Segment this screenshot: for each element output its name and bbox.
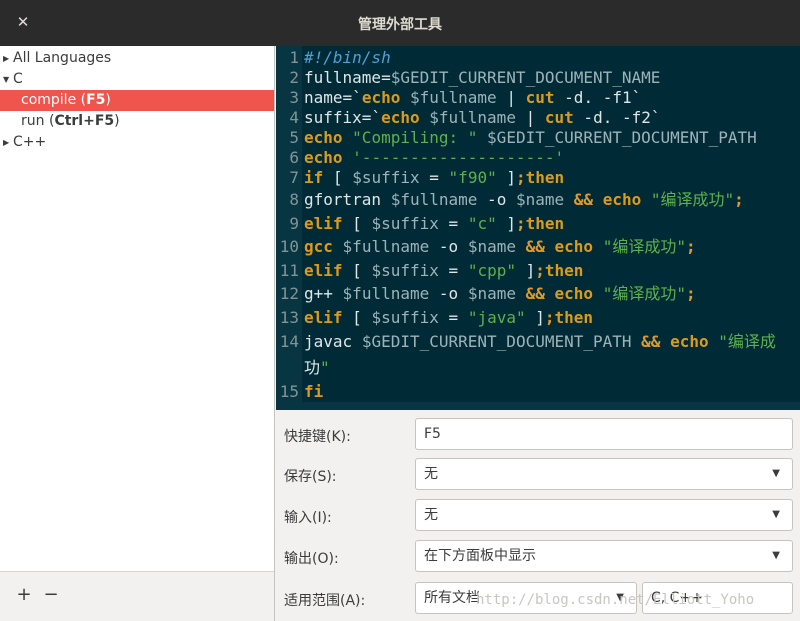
dropdown-arrow-icon: ▼ [772,509,780,520]
tree-item-label: compile (F5) [21,92,111,108]
title-bar: ✕ 管理外部工具 [0,0,800,46]
code-line[interactable]: 1 #!/bin/sh [276,48,800,68]
output-label: 输出(O): [284,551,339,567]
code-line[interactable]: 功" [276,358,800,378]
scope-dropdown[interactable]: 所有文档 ▼ [415,582,637,614]
code-line[interactable]: 8 gfortran $fullname -o $name && echo "编译… [276,190,800,210]
code-text: if [ $suffix = "f90" ];then [304,168,565,187]
code-text: g++ $fullname -o $name && echo "编译成功"; [304,284,696,303]
command-editor[interactable]: 1 #!/bin/sh 2 fullname=$GEDIT_CURRENT_DOCUM… [276,46,800,410]
tree-item-label: run (Ctrl+F5) [21,113,120,129]
tree-item-label: C++ [13,134,47,150]
remove-tool-button[interactable]: − [40,584,62,606]
output-row: 输出(O): 在下方面板中显示 ▼ [276,540,800,574]
code-text: gcc $fullname -o $name && echo "编译成功"; [304,237,696,256]
line-number: 12 [279,284,299,303]
code-text: elif [ $suffix = "cpp" ];then [304,261,584,280]
code-line[interactable]: 12 g++ $fullname -o $name && echo "编译成功"; [276,284,800,304]
code-line[interactable]: 9 elif [ $suffix = "c" ];then [276,214,800,234]
code-line[interactable]: 3 name=`echo $fullname | cut -d. -f1` [276,88,800,108]
scope-label: 适用范围(A): [284,593,366,609]
save-label: 保存(S): [284,469,337,485]
save-row: 保存(S): 无 ▼ [276,458,800,492]
line-number: 5 [289,128,299,147]
code-text: elif [ $suffix = "c" ];then [304,214,565,233]
scope-row: 适用范围(A): 所有文档 ▼ C, C++ [276,582,800,616]
tree-item-compile[interactable]: compile (F5) [0,90,274,111]
input-row: 输入(I): 无 ▼ [276,499,800,533]
code-text: elif [ $suffix = "java" ];then [304,308,594,327]
code-text: gfortran $fullname -o $name && echo "编译成… [304,190,744,209]
shortcut-input[interactable]: F5 [415,418,793,450]
code-line[interactable]: 10 gcc $fullname -o $name && echo "编译成功"; [276,237,800,257]
tree-item-label: C [13,71,23,87]
output-value: 在下方面板中显示 [424,548,536,564]
code-text: fi [304,382,324,401]
line-number: 3 [289,88,299,107]
code-line[interactable]: 13 elif [ $suffix = "java" ];then [276,308,800,328]
expander-right-icon[interactable]: ▶ [3,132,9,153]
code-line[interactable]: 4 suffix=`echo $fullname | cut -d. -f2` [276,108,800,128]
shortcut-label: 快捷键(K): [284,429,351,445]
expander-down-icon[interactable]: ▼ [3,69,9,90]
tools-tree-panel: ▶ All Languages ▼ C compile (F5) run (Ct… [0,46,275,621]
input-dropdown[interactable]: 无 ▼ [415,499,793,531]
tree-item-all-languages[interactable]: ▶ All Languages [0,48,274,69]
add-tool-button[interactable]: + [13,584,35,606]
line-number: 1 [289,48,299,67]
dropdown-arrow-icon: ▼ [772,468,780,479]
line-number: 7 [289,168,299,187]
line-number: 8 [289,190,299,209]
code-text: javac $GEDIT_CURRENT_DOCUMENT_PATH && ec… [304,332,776,351]
line-number: 11 [279,261,299,280]
code-line[interactable]: 14 javac $GEDIT_CURRENT_DOCUMENT_PATH && … [276,332,800,352]
save-value: 无 [424,466,438,482]
code-line[interactable]: 5 echo "Compiling: " $GEDIT_CURRENT_DOCUM… [276,128,800,148]
tree-item-run[interactable]: run (Ctrl+F5) [0,111,274,132]
line-number: 13 [279,308,299,327]
output-dropdown[interactable]: 在下方面板中显示 ▼ [415,540,793,572]
scope-value: 所有文档 [424,590,480,606]
editor-bottom-border [276,402,800,410]
code-line[interactable]: 11 elif [ $suffix = "cpp" ];then [276,261,800,281]
code-line[interactable]: 7 if [ $suffix = "f90" ];then [276,168,800,188]
tree-toolbar: + − [0,571,274,621]
line-number: 10 [279,237,299,256]
tree-item-c[interactable]: ▼ C [0,69,274,90]
code-text: echo "Compiling: " $GEDIT_CURRENT_DOCUME… [304,128,757,147]
dropdown-arrow-icon: ▼ [616,592,624,603]
input-label: 输入(I): [284,510,332,526]
code-text: fullname=$GEDIT_CURRENT_DOCUMENT_NAME [304,68,661,87]
code-text: suffix=`echo $fullname | cut -d. -f2` [304,108,661,127]
save-dropdown[interactable]: 无 ▼ [415,458,793,490]
line-number: 2 [289,68,299,87]
code-text: name=`echo $fullname | cut -d. -f1` [304,88,642,107]
line-number: 14 [279,332,299,351]
code-line[interactable]: 15 fi [276,382,800,402]
line-number: 15 [279,382,299,401]
expander-right-icon[interactable]: ▶ [3,48,9,69]
line-number: 9 [289,214,299,233]
code-text: #!/bin/sh [304,48,391,67]
window-title: 管理外部工具 [358,17,442,33]
input-value: 无 [424,507,438,523]
line-number: 4 [289,108,299,127]
code-line[interactable]: 2 fullname=$GEDIT_CURRENT_DOCUMENT_NAME [276,68,800,88]
languages-button[interactable]: C, C++ [642,582,793,614]
code-line[interactable]: 6 echo '--------------------' [276,148,800,168]
tool-properties-form: 快捷键(K): F5 保存(S): 无 ▼ 输入(I): 无 ▼ 输出(O): … [276,410,800,621]
tree-item-cpp[interactable]: ▶ C++ [0,132,274,153]
shortcut-row: 快捷键(K): F5 [276,418,800,452]
tree-item-label: All Languages [13,50,112,66]
code-text: 功" [304,358,330,377]
code-text: echo '--------------------' [304,148,565,167]
dropdown-arrow-icon: ▼ [772,550,780,561]
line-number: 6 [289,148,299,167]
